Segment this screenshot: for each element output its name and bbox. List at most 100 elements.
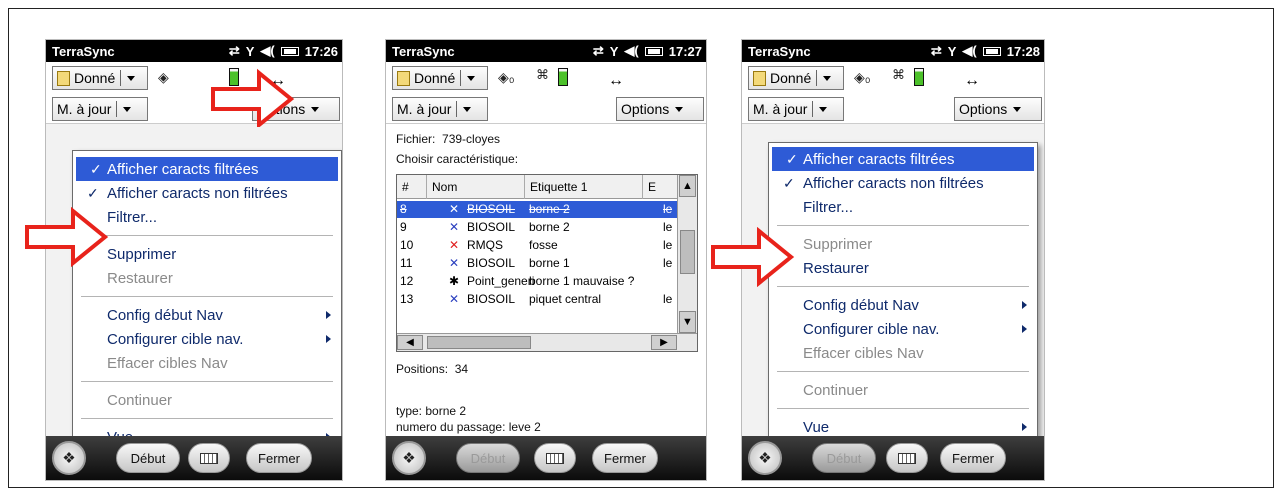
- type-line: type: borne 2: [396, 404, 467, 418]
- windows-start-icon[interactable]: ❖: [52, 441, 86, 475]
- chevron-down-icon: [1013, 106, 1022, 112]
- scroll-thumb[interactable]: [680, 230, 695, 274]
- windows-start-icon[interactable]: ❖: [392, 441, 426, 475]
- menu-item-delete[interactable]: Supprimer: [73, 242, 341, 266]
- options-button[interactable]: Options: [954, 97, 1042, 121]
- positions-line: Positions: 34: [396, 362, 469, 376]
- table-cell: borne 1: [529, 256, 570, 270]
- menu-item-show-unfiltered[interactable]: ✓ Afficher caracts non filtrées: [73, 181, 341, 205]
- column-header[interactable]: #: [397, 175, 427, 199]
- close-button[interactable]: Fermer: [592, 443, 658, 473]
- options-button[interactable]: Options: [616, 97, 704, 121]
- data-dropdown-label: Donné: [74, 70, 116, 86]
- scroll-down-icon[interactable]: ▼: [679, 311, 696, 333]
- document-icon: [397, 70, 410, 86]
- table-row[interactable]: 8 ✕ BIOSOIL borne 2 le: [397, 201, 677, 218]
- data-dropdown[interactable]: Donné: [392, 66, 488, 90]
- menu-item-clear-targets: Effacer cibles Nav: [803, 344, 924, 362]
- feature-point-icon: ✕: [449, 238, 460, 252]
- battery-icon: [982, 46, 1001, 56]
- options-menu: ✓ Afficher caracts filtrées ✓ Afficher car…: [768, 142, 1038, 438]
- feature-point-icon: ✕: [449, 220, 460, 234]
- table-cell: le: [663, 238, 673, 252]
- menu-separator: [777, 286, 1029, 287]
- menu-separator: [81, 418, 333, 419]
- menu-item-nav-target[interactable]: Configurer cible nav.: [769, 317, 1037, 341]
- data-dropdown-label: Donné: [770, 70, 812, 86]
- table-cell: 11: [400, 256, 413, 270]
- menu-item-restore[interactable]: Restaurer: [769, 256, 1037, 280]
- table-cell: RMQS: [467, 238, 503, 252]
- update-dropdown[interactable]: M. à jour: [748, 97, 844, 121]
- table-cell: BIOSOIL: [467, 292, 516, 306]
- chevron-down-icon: [127, 75, 136, 81]
- scroll-up-icon[interactable]: ▲: [679, 175, 696, 197]
- taskbar: ❖ Début Fermer: [46, 436, 342, 480]
- data-dropdown[interactable]: Donné: [748, 66, 844, 90]
- feature-table[interactable]: # Nom Etiquette 1 E 8 ✕ BIOSOIL borne 2 le 9 ✕…: [396, 174, 698, 352]
- phone-screen-2: TerraSync ⇄ Y ◀( 17:27 Donné ◈₀ ⌘ ↔ M. à…: [385, 39, 707, 481]
- menu-item-continue: Continuer: [803, 381, 869, 399]
- menu-separator: [777, 408, 1029, 409]
- update-dropdown[interactable]: M. à jour: [392, 97, 488, 121]
- clock: 17:28: [1006, 43, 1040, 59]
- table-cell: BIOSOIL: [467, 220, 516, 234]
- table-header: # Nom Etiquette 1 E: [397, 175, 697, 199]
- table-row[interactable]: 9 ✕ BIOSOIL borne 2 le: [397, 219, 677, 236]
- table-cell: BIOSOIL: [467, 202, 516, 216]
- scroll-left-icon[interactable]: ◀: [397, 335, 423, 350]
- menu-item-nav-start[interactable]: Config début Nav: [769, 293, 1037, 317]
- column-header[interactable]: Nom: [427, 175, 525, 199]
- feature-point-icon: ✕: [449, 202, 460, 216]
- volume-icon: ◀(: [624, 43, 639, 58]
- menu-separator: [81, 381, 333, 382]
- options-label: Options: [959, 101, 1008, 117]
- keyboard-icon[interactable]: [886, 443, 928, 473]
- taskbar: ❖ Début Fermer: [386, 436, 706, 480]
- signal-off-icon: Y: [245, 43, 255, 59]
- satellite-icon: ◈₀: [498, 69, 515, 85]
- close-button[interactable]: Fermer: [246, 443, 312, 473]
- table-row[interactable]: 13 ✕ BIOSOIL piquet central le: [397, 291, 677, 308]
- windows-start-icon[interactable]: ❖: [748, 441, 782, 475]
- satellite-icon: ◈₀: [854, 69, 871, 85]
- keyboard-icon[interactable]: [188, 443, 230, 473]
- menu-item-nav-target[interactable]: Configurer cible nav.: [73, 327, 341, 351]
- table-row[interactable]: 10 ✕ RMQS fosse le: [397, 237, 677, 254]
- table-row[interactable]: 12 ✱ Point_generi borne 1 mauvaise ?: [397, 273, 677, 290]
- menu-item-filter[interactable]: Filtrer...: [769, 195, 1037, 219]
- menu-item-nav-start[interactable]: Config début Nav: [73, 303, 341, 327]
- menu-item-filter[interactable]: Filtrer...: [73, 205, 341, 229]
- receiver-icon: ⌘: [536, 67, 549, 82]
- start-button: Début: [812, 443, 876, 473]
- chevron-down-icon: [123, 106, 132, 112]
- scroll-thumb[interactable]: [427, 336, 531, 349]
- update-dropdown-label: M. à jour: [397, 101, 452, 117]
- file-line: Fichier: 739-cloyes: [396, 132, 501, 146]
- menu-separator: [81, 235, 333, 236]
- vertical-scrollbar[interactable]: ▲ ▼: [677, 175, 697, 333]
- table-row[interactable]: 11 ✕ BIOSOIL borne 1 le: [397, 255, 677, 272]
- table-cell: 13: [400, 292, 414, 306]
- start-button[interactable]: Début: [116, 443, 180, 473]
- start-button: Début: [456, 443, 520, 473]
- menu-item-show-filtered[interactable]: ✓ Afficher caracts filtrées: [76, 157, 338, 181]
- column-header[interactable]: Etiquette 1: [525, 175, 643, 199]
- close-button[interactable]: Fermer: [940, 443, 1006, 473]
- app-title: TerraSync: [392, 43, 455, 59]
- red-arrow-options: [211, 68, 295, 127]
- menu-separator: [777, 371, 1029, 372]
- passage-line: numero du passage: leve 2: [396, 420, 541, 434]
- update-dropdown[interactable]: M. à jour: [52, 97, 148, 121]
- menu-item-show-unfiltered[interactable]: ✓ Afficher caracts non filtrées: [769, 171, 1037, 195]
- table-cell: le: [663, 220, 673, 234]
- volume-icon: ◀(: [962, 43, 977, 58]
- app-title: TerraSync: [52, 43, 115, 59]
- table-cell: le: [663, 292, 673, 306]
- horizontal-scrollbar[interactable]: ◀ ▶: [397, 333, 697, 351]
- scroll-right-icon[interactable]: ▶: [651, 335, 677, 350]
- keyboard-icon[interactable]: [534, 443, 576, 473]
- table-cell: borne 2: [529, 220, 570, 234]
- menu-item-show-filtered[interactable]: ✓ Afficher caracts filtrées: [772, 147, 1034, 171]
- data-dropdown[interactable]: Donné: [52, 66, 148, 90]
